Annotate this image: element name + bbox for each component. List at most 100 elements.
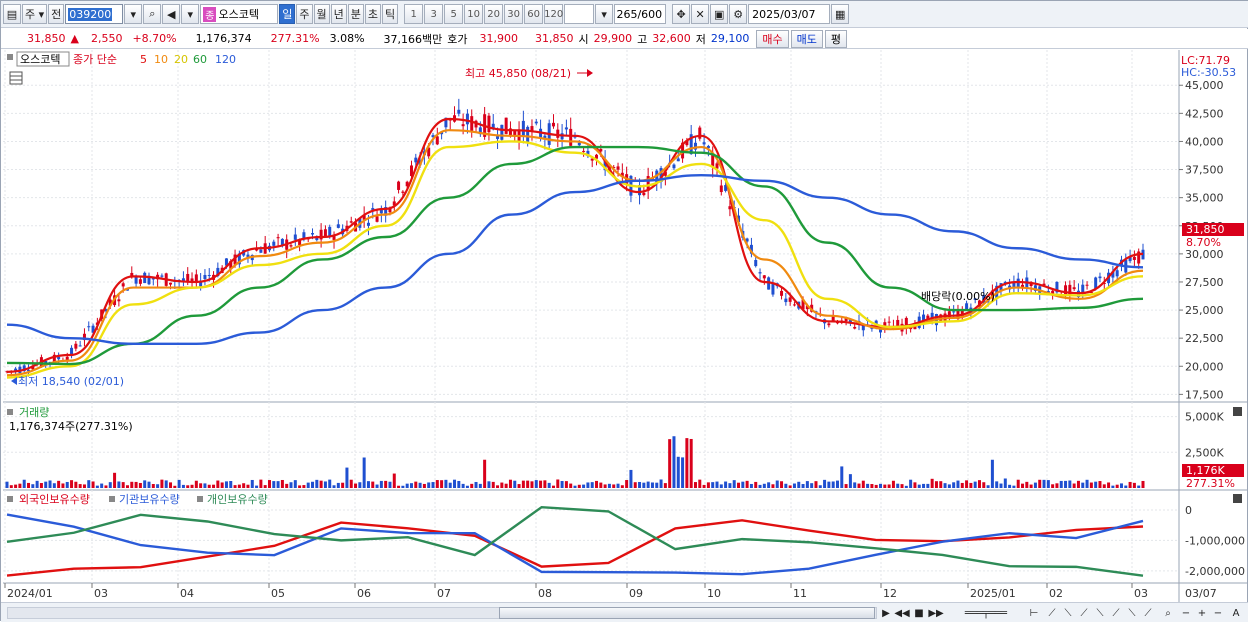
volume-bar [655, 482, 659, 488]
x-tick-label: 06 [357, 587, 371, 600]
draw-tool-icon[interactable]: ⟋ [1109, 606, 1123, 620]
open-price: 29,900 [593, 32, 633, 45]
x-tick-label: 2024/01 [7, 587, 53, 600]
period-button-minute[interactable]: 분 [347, 4, 364, 24]
crosshair-icon[interactable]: ✥ [672, 4, 691, 24]
holding-y-tick-label: -1,000,000 [1185, 534, 1245, 547]
volume-bar [57, 480, 61, 488]
close-panel-icon[interactable] [1233, 494, 1242, 503]
table-icon[interactable] [9, 71, 23, 85]
search-icon[interactable]: ⌕ [143, 4, 162, 24]
interval-button-20[interactable]: 20 [484, 4, 504, 24]
candle-body [259, 249, 263, 253]
volume-bar [186, 485, 190, 488]
legend-institution: 기관보유수량 [119, 493, 180, 506]
interval-button-10[interactable]: 10 [464, 4, 484, 24]
volume-bar [216, 480, 220, 488]
interval-button-30[interactable]: 30 [504, 4, 524, 24]
minus-icon[interactable]: − [1211, 606, 1225, 620]
volume-bar [659, 479, 663, 488]
draw-tool-icon[interactable]: ⟋ [1077, 606, 1091, 620]
speaker-icon[interactable]: ◀ [162, 4, 181, 24]
candle-body [336, 224, 340, 228]
panel-toggle-icon[interactable] [7, 409, 13, 415]
panel-toggle-icon[interactable] [109, 496, 115, 502]
candle-body [861, 325, 865, 331]
eval-button[interactable]: 평 [824, 29, 848, 48]
ma-legend-5: 5 [140, 53, 147, 66]
x-tick-label: 10 [707, 587, 721, 600]
interval-button-60[interactable]: 60 [524, 4, 544, 24]
zoom-in-icon[interactable]: + [1195, 606, 1209, 620]
stop-icon[interactable]: ■ [912, 606, 926, 620]
period-button-month[interactable]: 월 [313, 4, 330, 24]
period-button-day[interactable]: 일 [279, 4, 296, 24]
period-button-week[interactable]: 주 [296, 4, 313, 24]
volume-bar [293, 480, 297, 488]
calendar-icon[interactable]: ▦ [831, 4, 850, 24]
volume-bar [276, 481, 280, 488]
prev-page-icon[interactable]: ◀◀ [894, 606, 909, 620]
volume-bar [35, 480, 39, 488]
volume-bar [900, 484, 904, 488]
chart-menu-icon[interactable]: ▤ [3, 4, 21, 24]
ruler-icon[interactable]: ⊢ [1027, 606, 1041, 620]
scroll-thumb[interactable] [499, 607, 875, 619]
y-tick-label: 20,000 [1185, 360, 1224, 373]
speaker-dropdown-button[interactable]: ▾ [181, 4, 200, 24]
volume-bar [517, 484, 521, 488]
close-panel-icon[interactable] [1233, 407, 1242, 416]
interval-custom-input[interactable] [564, 4, 595, 24]
period-button-tick[interactable]: 틱 [382, 4, 399, 24]
draw-tool-icon[interactable]: ⟍ [1061, 606, 1075, 620]
volume-bar [762, 483, 766, 488]
scroll-right-icon[interactable]: ▶ [879, 606, 893, 620]
panel-toggle-icon[interactable] [7, 54, 13, 60]
interval-button-3[interactable]: 3 [424, 4, 444, 24]
draw-tool-icon[interactable]: ⟋ [1141, 606, 1155, 620]
period-button-year[interactable]: 년 [330, 4, 347, 24]
stock-chart[interactable]: 45,00042,50040,00037,50035,00032,50030,0… [3, 50, 1247, 602]
interval-button-120[interactable]: 120 [544, 4, 563, 24]
next-page-icon[interactable]: ▶▶ [928, 606, 943, 620]
date-input[interactable]: 2025/03/07 [748, 4, 831, 24]
prev-button[interactable]: 전 [48, 4, 65, 24]
volume-bar [272, 481, 276, 488]
volume-bar [220, 482, 224, 488]
volume-bar [328, 479, 332, 488]
volume-bar [844, 484, 848, 488]
stock-code-value: 039200 [68, 7, 113, 21]
panel-toggle-icon[interactable] [7, 496, 13, 502]
draw-tool-icon[interactable]: ⟍ [1093, 606, 1107, 620]
zoom-out-icon[interactable]: − [1179, 606, 1193, 620]
period-button-second[interactable]: 초 [364, 4, 382, 24]
volume-bar [190, 484, 194, 488]
data-count-field[interactable]: 265/600 [614, 4, 667, 24]
zoom-slider[interactable]: ═══╤═══ [949, 606, 1023, 620]
candle-body [276, 237, 280, 239]
draw-tool-icon[interactable]: ⟍ [1125, 606, 1139, 620]
volume-bar [551, 485, 555, 488]
y-tick-label: 42,500 [1185, 107, 1224, 120]
save-icon[interactable]: ▣ [710, 4, 729, 24]
candle-body [375, 216, 379, 222]
volume-bar [483, 459, 487, 488]
stock-name-field[interactable]: 종 오스코텍 [200, 4, 279, 24]
y-tick-label: 27,500 [1185, 276, 1224, 289]
panel-toggle-icon[interactable] [197, 496, 203, 502]
interval-dropdown-button[interactable]: ▾ [595, 4, 614, 24]
sell-button[interactable]: 매도 [790, 29, 823, 48]
buy-button[interactable]: 매수 [756, 29, 789, 48]
gear-icon[interactable]: ⚙ [729, 4, 748, 24]
zoom-search-icon[interactable]: ⌕ [1161, 606, 1175, 620]
candle-body [792, 304, 796, 306]
period-type-select[interactable]: 주 ▾ [22, 4, 48, 24]
interval-button-5[interactable]: 5 [444, 4, 464, 24]
volume-bar [147, 481, 151, 488]
stock-code-input[interactable]: 039200 [65, 4, 124, 24]
cross-icon[interactable]: ✕ [691, 4, 710, 24]
draw-tool-icon[interactable]: ⟋ [1045, 606, 1059, 620]
code-dropdown-button[interactable]: ▾ [124, 4, 143, 24]
interval-button-1[interactable]: 1 [404, 4, 424, 24]
font-icon[interactable]: A [1229, 606, 1243, 620]
